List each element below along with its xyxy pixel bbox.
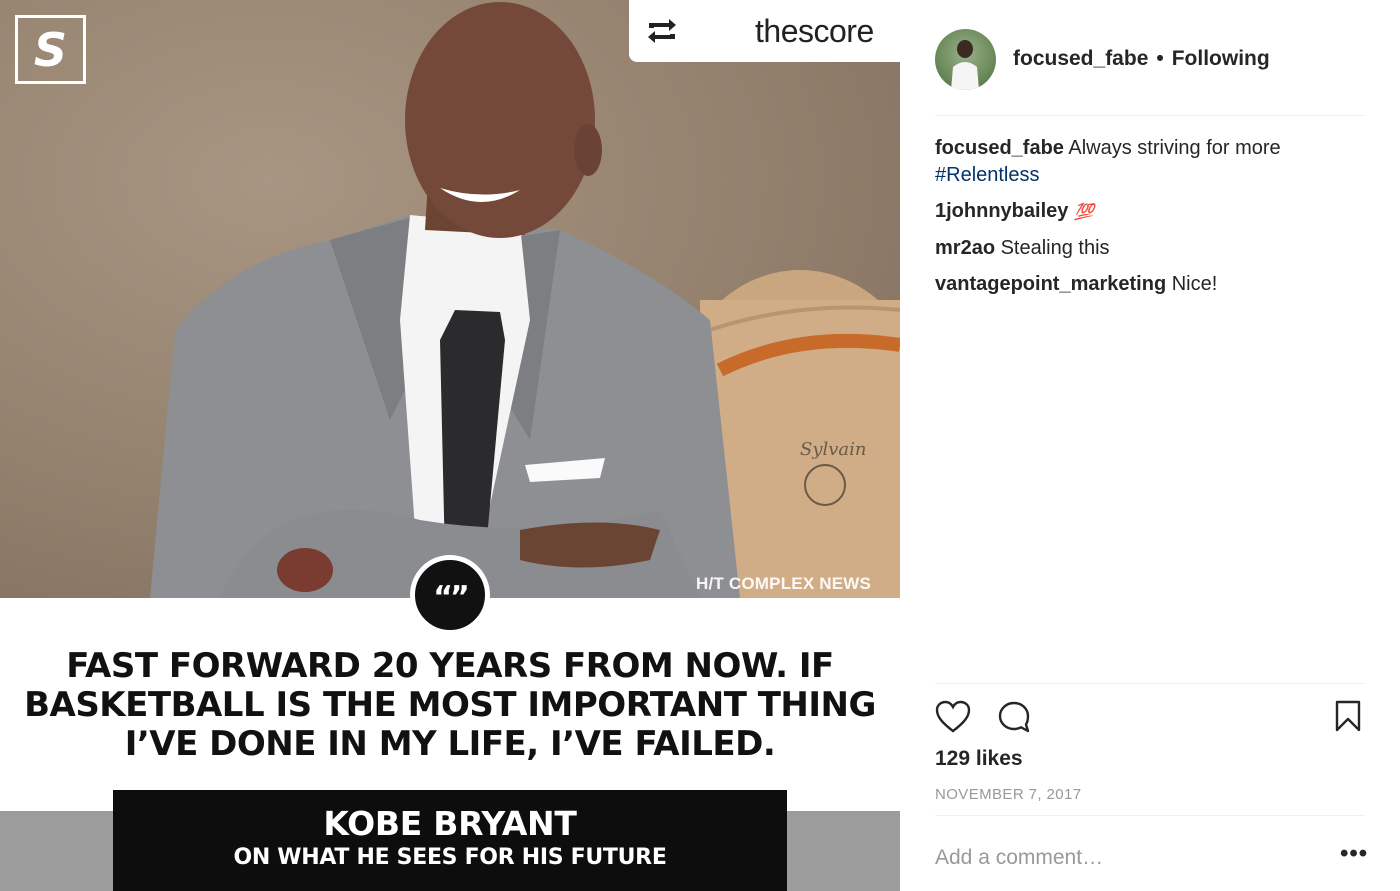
comment-item: mr2ao Stealing this — [935, 235, 1365, 262]
svg-text:Sylvain: Sylvain — [800, 439, 867, 460]
comment-username[interactable]: focused_fabe — [935, 137, 1064, 159]
more-options-icon[interactable]: ••• — [1340, 842, 1368, 866]
comment-username[interactable]: 1johnnybailey — [935, 200, 1068, 222]
action-bar — [935, 700, 1365, 736]
photo-credit: H/T COMPLEX NEWS — [696, 574, 872, 593]
hundred-points-emoji: 💯 — [1073, 204, 1094, 221]
header-divider — [935, 115, 1365, 116]
comment-text: Always striving for more — [1068, 137, 1281, 159]
quote-mark-icon: “” — [410, 555, 490, 635]
header-separator: • — [1156, 47, 1164, 70]
repost-source-label: thescore — [755, 12, 874, 49]
quote-mark-glyph: “” — [433, 580, 469, 615]
comment-item: 1johnnybailey 💯 — [935, 198, 1365, 226]
repost-tag: thescore — [629, 0, 900, 62]
comment-username[interactable]: vantagepoint_marketing — [935, 273, 1166, 295]
post-photo: Sylvain — [0, 0, 900, 598]
comment-list: focused_fabe Always striving for more #R… — [935, 135, 1365, 307]
post-date: NOVEMBER 7, 2017 — [935, 786, 1082, 803]
post-header: focused_fabe • Following — [935, 28, 1365, 90]
comment-username[interactable]: mr2ao — [935, 237, 995, 259]
actions-divider — [935, 683, 1365, 684]
header-username[interactable]: focused_fabe — [1013, 47, 1148, 71]
post-sidebar: focused_fabe • Following focused_fabe Al… — [935, 0, 1368, 891]
comment-text: Stealing this — [1000, 237, 1110, 259]
thescore-logo: S — [15, 15, 86, 84]
caption: focused_fabe Always striving for more #R… — [935, 135, 1365, 189]
repost-icon — [645, 18, 689, 44]
quote-text: FAST FORWARD 20 YEARS FROM NOW. IF BASKE… — [24, 646, 876, 764]
bookmark-icon[interactable] — [1335, 700, 1361, 737]
attribution-subtitle: ON WHAT HE SEES FOR HIS FUTURE — [233, 845, 667, 870]
attribution-box: KOBE BRYANT ON WHAT HE SEES FOR HIS FUTU… — [113, 790, 787, 891]
heart-icon[interactable] — [935, 700, 971, 739]
likes-count[interactable]: 129 likes — [935, 747, 1023, 771]
comment-item: vantagepoint_marketing Nice! — [935, 271, 1365, 298]
comment-icon[interactable] — [997, 700, 1031, 739]
comment-box-divider — [935, 815, 1365, 816]
add-comment-input[interactable] — [935, 840, 1315, 876]
comment-text: Nice! — [1171, 273, 1218, 295]
post-image[interactable]: Sylvain S thescore H/T COMPLEX NEWS “” F… — [0, 0, 900, 891]
hashtag-link[interactable]: #Relentless — [935, 164, 1040, 186]
avatar[interactable] — [935, 28, 996, 90]
thescore-logo-letter: S — [33, 22, 68, 77]
attribution-name: KOBE BRYANT — [323, 804, 577, 843]
following-button[interactable]: Following — [1172, 47, 1270, 71]
